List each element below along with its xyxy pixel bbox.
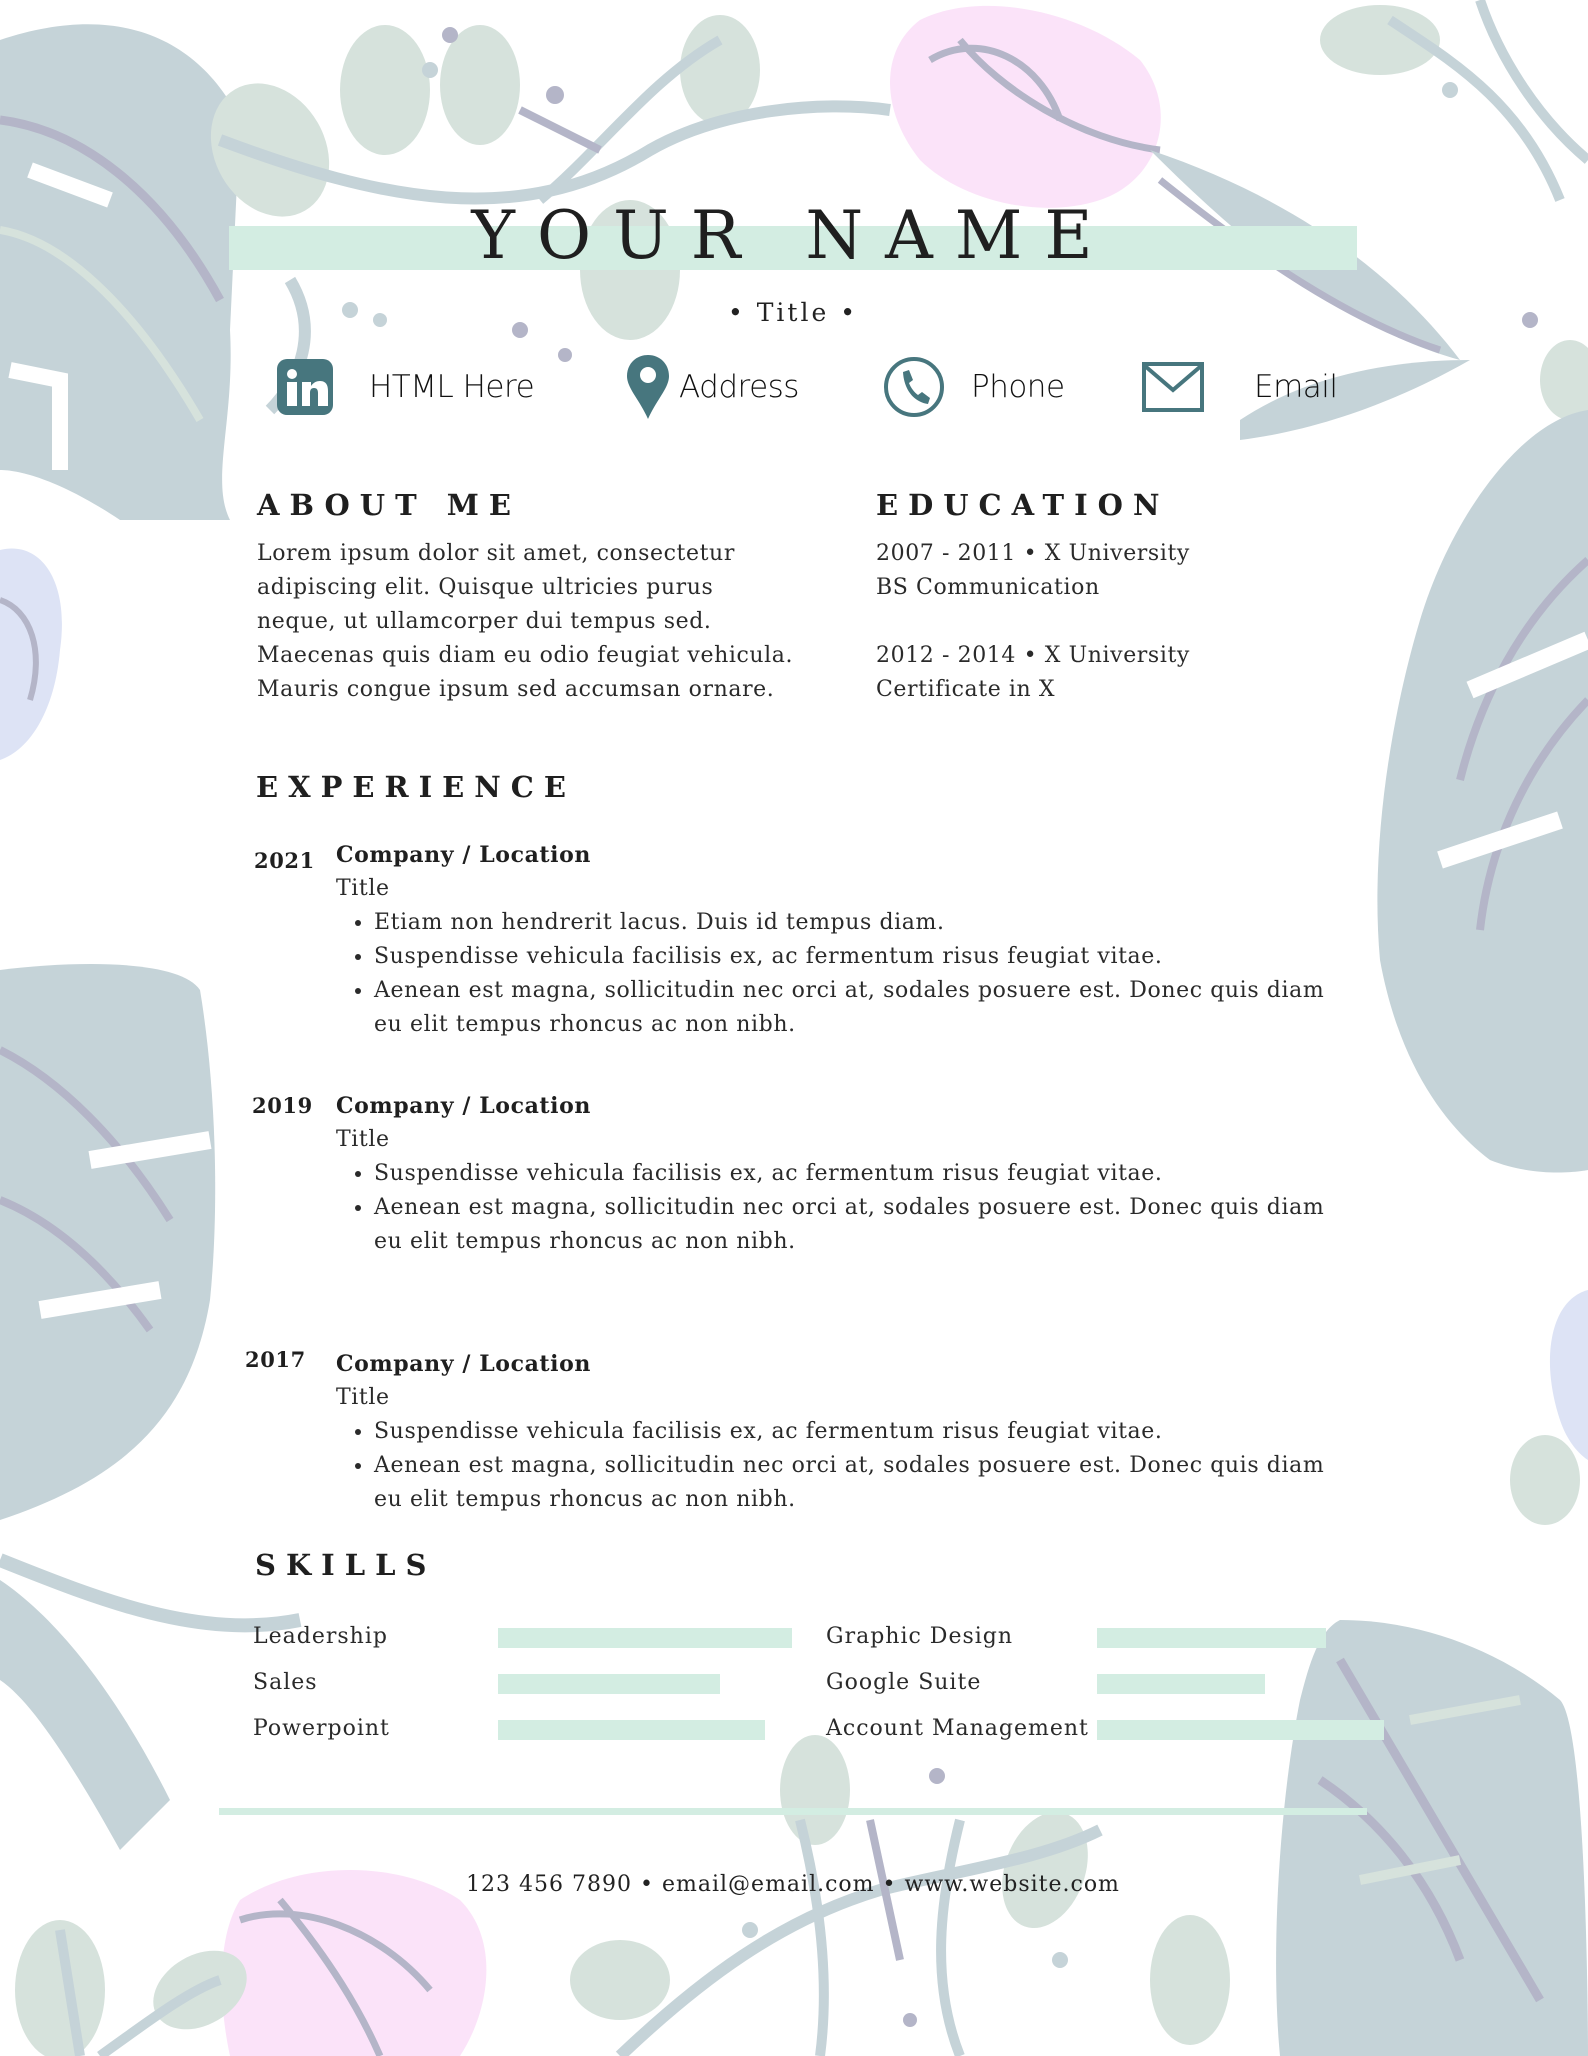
pink-flower-top	[890, 5, 1161, 208]
skill-label: Google Suite	[826, 1670, 982, 1695]
experience-title: Title	[336, 1385, 390, 1410]
map-pin-icon	[627, 355, 669, 419]
experience-bullet: Aenean est magna, sollicitudin nec orci …	[374, 1449, 1336, 1517]
education-dates: 2012 - 2014 • X University	[876, 643, 1190, 668]
experience-year: 2019	[252, 1093, 313, 1118]
envelope-icon	[1142, 362, 1204, 412]
experience-bullet: Suspendisse vehicula facilisis ex, ac fe…	[374, 1157, 1336, 1191]
about-heading: ABOUT ME	[257, 488, 521, 522]
experience-year: 2017	[245, 1347, 306, 1372]
education-dates: 2007 - 2011 • X University	[876, 541, 1190, 566]
monstera-leaf-left-lower	[0, 964, 216, 1520]
candidate-name: YOUR NAME	[471, 197, 1115, 274]
skill-label: Powerpoint	[253, 1716, 390, 1741]
experience-bullet: Aenean est magna, sollicitudin nec orci …	[374, 974, 1336, 1042]
skill-label: Sales	[253, 1670, 318, 1695]
blue-flower-left	[0, 548, 62, 760]
experience-company: Company / Location	[336, 842, 592, 868]
contact-linkedin-label: HTML Here	[369, 369, 535, 405]
skill-bar	[1097, 1720, 1384, 1740]
experience-bullets: Suspendisse vehicula facilisis ex, ac fe…	[336, 1157, 1336, 1259]
about-line: adipiscing elit. Quisque ultricies purus	[257, 575, 714, 600]
contact-phone-label: Phone	[971, 369, 1065, 405]
skill-label: Graphic Design	[826, 1624, 1014, 1649]
footer-divider	[219, 1808, 1367, 1815]
skill-bar	[1097, 1674, 1265, 1694]
about-line: neque, ut ullamcorper dui tempus sed.	[257, 609, 712, 634]
experience-bullet: Suspendisse vehicula facilisis ex, ac fe…	[374, 940, 1336, 974]
skill-label: Account Management	[826, 1716, 1089, 1741]
candidate-title: • Title •	[728, 298, 858, 327]
contact-address[interactable]: Address	[627, 352, 799, 422]
skills-heading: SKILLS	[255, 1548, 437, 1582]
education-entry: 2007 - 2011 • X University BS Communicat…	[876, 537, 1356, 605]
linkedin-icon	[277, 359, 333, 415]
experience-bullets: Suspendisse vehicula facilisis ex, ac fe…	[336, 1415, 1336, 1517]
education-heading: EDUCATION	[876, 488, 1170, 522]
experience-heading: EXPERIENCE	[256, 770, 576, 804]
monstera-leaf-bottom-right	[1276, 1620, 1588, 2056]
education-entry: 2012 - 2014 • X University Certificate i…	[876, 639, 1356, 707]
contact-email-label: Email	[1254, 369, 1338, 405]
pink-flower-bottom	[221, 1870, 487, 2056]
experience-bullets: Etiam non hendrerit lacus. Duis id tempu…	[336, 906, 1336, 1042]
skill-bar	[498, 1674, 720, 1694]
experience-title: Title	[336, 1127, 390, 1152]
experience-bullet: Aenean est magna, sollicitudin nec orci …	[374, 1191, 1336, 1259]
experience-company: Company / Location	[336, 1093, 592, 1119]
about-text: Lorem ipsum dolor sit amet, consectetur …	[257, 537, 817, 707]
contact-email[interactable]: Email	[1142, 352, 1338, 422]
education-list: 2007 - 2011 • X University BS Communicat…	[876, 537, 1356, 707]
contact-address-label: Address	[679, 369, 799, 405]
about-line: Lorem ipsum dolor sit amet, consectetur	[257, 541, 735, 566]
footer-contact: 123 456 7890 • email@email.com • www.web…	[466, 1872, 1120, 1897]
monstera-leaf-right	[1377, 410, 1588, 1173]
phone-icon	[884, 357, 944, 417]
contact-phone[interactable]: Phone	[883, 352, 1065, 422]
skill-bar	[498, 1628, 792, 1648]
education-degree: Certificate in X	[876, 677, 1056, 702]
contact-linkedin[interactable]: HTML Here	[277, 352, 535, 422]
blue-flower-right	[1549, 1290, 1588, 1460]
education-degree: BS Communication	[876, 575, 1100, 600]
about-line: Mauris congue ipsum sed accumsan ornare.	[257, 677, 775, 702]
experience-company: Company / Location	[336, 1351, 592, 1377]
skill-bar	[1097, 1628, 1326, 1648]
skill-bar	[498, 1720, 765, 1740]
experience-title: Title	[336, 876, 390, 901]
experience-year: 2021	[254, 848, 315, 873]
experience-bullet: Suspendisse vehicula facilisis ex, ac fe…	[374, 1415, 1336, 1449]
experience-bullet: Etiam non hendrerit lacus. Duis id tempu…	[374, 906, 1336, 940]
about-line: Maecenas quis diam eu odio feugiat vehic…	[257, 643, 794, 668]
skill-label: Leadership	[253, 1624, 388, 1649]
